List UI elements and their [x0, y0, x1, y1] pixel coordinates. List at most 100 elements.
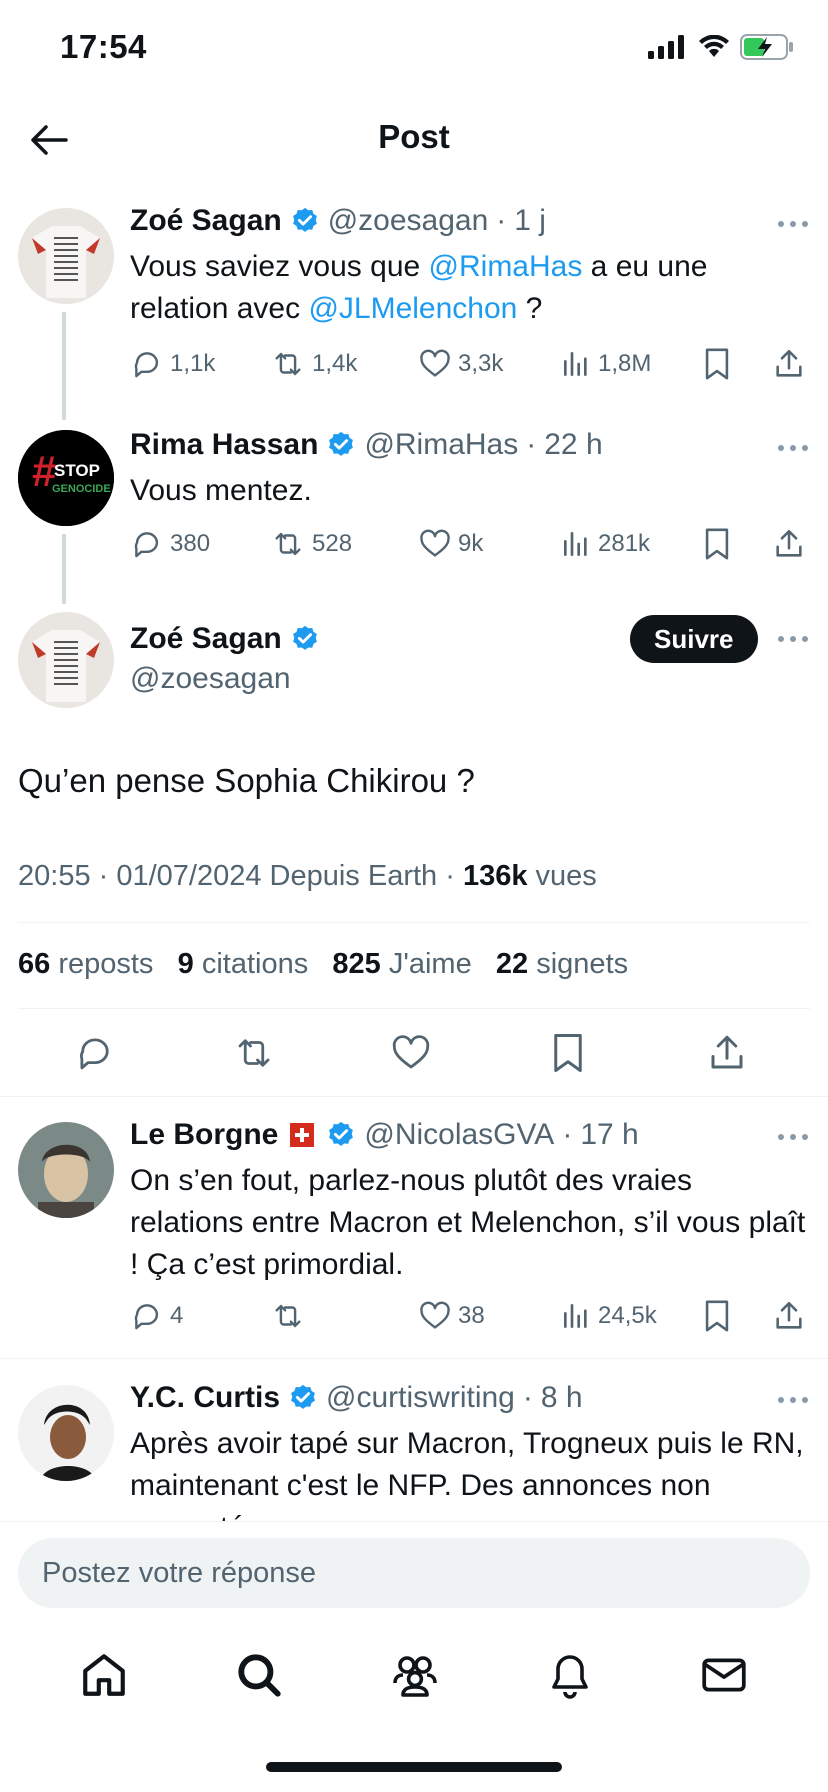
tweet-header: Le Borgne @NicolasGVA · 17 h [130, 1118, 639, 1152]
reply-button[interactable]: 380 [130, 527, 210, 561]
analytics-icon [564, 1304, 587, 1328]
author-handle[interactable]: @NicolasGVA [364, 1118, 554, 1152]
bottom-tab-bar [0, 1640, 828, 1710]
author-handle[interactable]: @curtiswriting [326, 1381, 515, 1415]
follow-button[interactable]: Suivre [630, 615, 758, 663]
verified-badge-icon [292, 625, 317, 650]
stat-reposts[interactable]: 66 reposts [18, 948, 153, 980]
thread-connector [62, 312, 66, 420]
tweet-header: Y.C. Curtis @curtiswriting · 8 h [130, 1381, 583, 1415]
avatar[interactable] [18, 612, 114, 708]
search-icon[interactable] [234, 1650, 284, 1700]
share-icon[interactable] [772, 347, 806, 381]
reply-input[interactable]: Postez votre réponse [18, 1538, 810, 1608]
reply-icon[interactable] [74, 1032, 116, 1074]
communities-icon[interactable] [389, 1650, 441, 1700]
avatar-shirt-image [18, 612, 114, 708]
page-title: Post [378, 118, 450, 155]
reply-icon [134, 532, 159, 558]
more-options-icon[interactable] [778, 221, 808, 229]
share-icon[interactable] [772, 1299, 806, 1333]
heart-icon[interactable] [390, 1032, 432, 1074]
svg-text:STOP: STOP [54, 461, 100, 480]
post-author-row: Zoé Sagan [130, 622, 320, 656]
bookmark-icon[interactable] [702, 527, 732, 561]
author-name[interactable]: Rima Hassan [130, 428, 318, 462]
bookmark-icon[interactable] [702, 347, 732, 381]
avatar-shirt-image [18, 208, 114, 304]
avatar[interactable]: # STOP GENOCIDE [18, 430, 114, 526]
author-name[interactable]: Le Borgne [130, 1118, 278, 1152]
notifications-icon[interactable] [546, 1650, 594, 1700]
signal-icon [648, 35, 684, 59]
repost-button[interactable]: 528 [270, 527, 352, 561]
stat-bookmarks[interactable]: 22 signets [496, 948, 628, 980]
author-name[interactable]: Zoé Sagan [130, 622, 282, 656]
verified-badge-icon [329, 431, 354, 456]
avatar[interactable] [18, 1385, 114, 1481]
reply-button[interactable]: 1,1k [130, 347, 215, 381]
like-button[interactable]: 3,3k [418, 347, 503, 381]
home-indicator [266, 1762, 562, 1772]
messages-icon[interactable] [699, 1650, 749, 1700]
heart-icon [420, 529, 450, 557]
reply-icon [134, 1304, 159, 1330]
repost-button[interactable] [270, 1299, 312, 1333]
divider [18, 1008, 810, 1009]
tweet-actions: 380 528 9k 281k [130, 526, 810, 562]
divider [0, 1521, 828, 1522]
svg-text:GENOCIDE: GENOCIDE [52, 483, 111, 495]
mention-link[interactable]: @RimaHas [429, 250, 583, 283]
tweet-text: Vous mentez. [130, 474, 312, 507]
verified-badge-icon [291, 1384, 315, 1409]
verified-badge-icon [329, 1121, 354, 1146]
tweet-text: Vous saviez vous que @RimaHas a eu une r… [130, 250, 708, 325]
post-action-bar [0, 1032, 828, 1076]
views-button[interactable]: 281k [560, 528, 650, 560]
author-name[interactable]: Y.C. Curtis [130, 1381, 280, 1415]
repost-icon[interactable] [232, 1032, 276, 1074]
post-stats: 66 reposts 9 citations 825 J'aime 22 sig… [18, 948, 628, 981]
tweet-time[interactable]: 22 h [544, 428, 602, 462]
stat-likes[interactable]: 825 J'aime [332, 948, 471, 980]
verified-badge-icon [292, 207, 317, 232]
more-options-icon[interactable] [778, 636, 808, 644]
views-button[interactable]: 24,5k [560, 1300, 657, 1332]
repost-icon [275, 352, 301, 376]
portrait-avatar-image [18, 1122, 114, 1218]
like-button[interactable]: 38 [418, 1299, 485, 1333]
tweet-header: Rima Hassan @RimaHas · 22 h [130, 428, 603, 462]
tweet-time[interactable]: 1 j [514, 204, 546, 238]
swiss-flag-icon [290, 1123, 315, 1147]
author-handle[interactable]: @zoesagan [130, 662, 291, 696]
status-time: 17:54 [60, 28, 147, 65]
tweet-time[interactable]: 17 h [580, 1118, 638, 1152]
reply-button[interactable]: 4 [130, 1299, 183, 1333]
bookmark-icon[interactable] [550, 1032, 586, 1074]
tweet-header: Zoé Sagan @zoesagan · 1 j [130, 204, 546, 238]
battery-charging-icon [740, 34, 793, 60]
thread-connector [62, 534, 66, 604]
avatar[interactable] [18, 208, 114, 304]
like-button[interactable]: 9k [418, 527, 483, 561]
more-options-icon[interactable] [778, 445, 808, 453]
author-handle[interactable]: @zoesagan [328, 204, 489, 238]
post-meta: 20:55 · 01/07/2024 Depuis Earth · 136k v… [18, 860, 597, 892]
views-button[interactable]: 1,8M [560, 348, 651, 380]
author-name[interactable]: Zoé Sagan [130, 204, 282, 238]
tweet-time[interactable]: 8 h [541, 1381, 583, 1415]
more-options-icon[interactable] [778, 1134, 808, 1142]
more-options-icon[interactable] [778, 1397, 808, 1405]
repost-button[interactable]: 1,4k [270, 347, 357, 381]
home-icon[interactable] [79, 1650, 129, 1700]
bookmark-icon[interactable] [702, 1299, 732, 1333]
author-handle[interactable]: @RimaHas [364, 428, 518, 462]
tweet-text: On s’en fout, parlez-nous plutôt des vra… [130, 1164, 806, 1281]
share-icon[interactable] [772, 527, 806, 561]
mention-link[interactable]: @JLMelenchon [308, 292, 517, 325]
status-icons [648, 34, 794, 60]
avatar[interactable] [18, 1122, 114, 1218]
share-icon[interactable] [706, 1032, 748, 1074]
analytics-icon [564, 532, 587, 556]
stat-quotes[interactable]: 9 citations [178, 948, 309, 980]
